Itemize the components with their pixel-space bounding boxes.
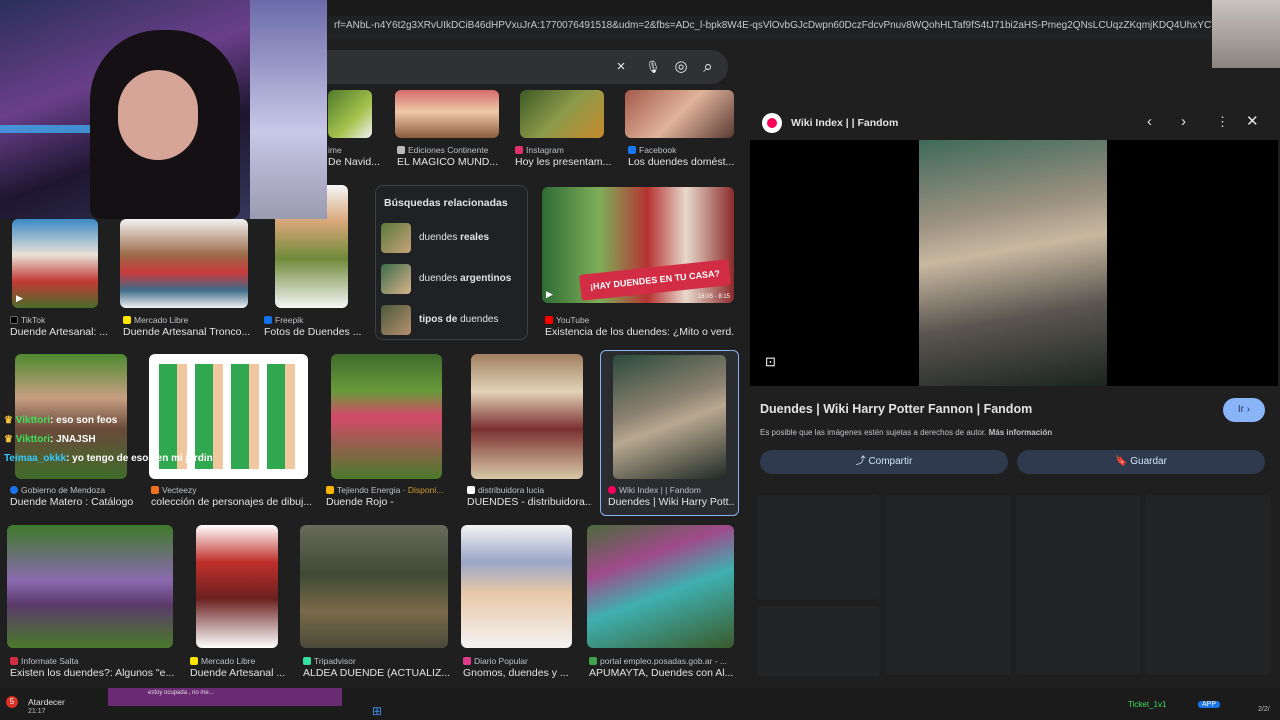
share-icon: ⤴ (855, 456, 869, 467)
windows-start-icon[interactable]: ⊞ (372, 704, 382, 718)
result-video[interactable]: ¡HAY DUENDES EN TU CASA? 16:05 · 8:15 ▶ (542, 187, 734, 303)
search-icon[interactable]: ⌕ (699, 58, 717, 76)
result-image[interactable] (120, 219, 248, 308)
result-caption[interactable]: distribuidora lucia DUENDES - distribuido… (467, 484, 592, 508)
result-image[interactable] (331, 354, 442, 479)
ticket-label: Ticket_1v1 (1128, 700, 1167, 709)
video-time: 16:05 · 8:15 (697, 294, 730, 300)
chat-message: ♛ Vikttori: JNAJSH (4, 434, 96, 445)
taskbar: estoy ocupada , no me... ⊞ Ticket_1v1 AP… (108, 688, 1258, 720)
panel-site-name[interactable]: Wiki Index | | Fandom (791, 117, 898, 129)
panel-title[interactable]: Duendes | Wiki Harry Potter Fannon | Fan… (760, 402, 1032, 416)
search-input[interactable]: × 🎙 ◎ ⌕ (300, 50, 728, 84)
lens-icon[interactable]: ◎ (672, 58, 690, 76)
microphone-icon[interactable]: 🎙 (644, 58, 662, 76)
related-item[interactable]: tipos de duendes (381, 305, 521, 335)
share-button[interactable]: ⤴ Compartir (760, 450, 1008, 474)
result-image[interactable] (461, 525, 572, 648)
result-image[interactable] (625, 90, 734, 138)
loading-placeholder (757, 495, 880, 600)
lens-icon[interactable]: ⊡ (765, 354, 776, 370)
result-image[interactable] (587, 525, 734, 648)
more-info-link[interactable]: Más información (989, 428, 1053, 437)
address-bar[interactable]: rf=ANbL-n4Y6t2g3XRvUIkDCiB46dHPVxuJrA:17… (328, 16, 1212, 38)
related-heading: Búsquedas relacionadas (384, 197, 508, 209)
result-caption[interactable]: Ediciones Continente EL MAGICO MUND... (397, 144, 515, 168)
chat-message: ♛ Vikttori: eso son feos (4, 415, 118, 426)
loading-placeholder (1146, 495, 1270, 675)
result-image[interactable] (395, 90, 499, 138)
result-caption[interactable]: Diario Popular Gnomos, duendes y ... (463, 655, 573, 679)
result-caption[interactable]: portal empleo.posadas.gob.ar - ... APUMAY… (589, 655, 735, 679)
chevron-left-icon[interactable]: ‹ (1147, 113, 1152, 130)
result-image[interactable] (196, 525, 278, 648)
result-caption[interactable]: Freepik Fotos de Duendes ... (264, 314, 374, 338)
loading-placeholder (1016, 495, 1140, 675)
chat-message: Teimaa_okkk: yo tengo de esos en mi jard… (4, 453, 213, 464)
preview-image-area[interactable]: ⊡ (750, 140, 1278, 386)
clock: 2/2/ (1258, 688, 1280, 720)
loading-placeholder (757, 606, 880, 676)
loading-placeholder (886, 495, 1011, 675)
result-image[interactable] (300, 525, 448, 648)
result-caption[interactable]: Instagram Hoy les presentam... (515, 144, 621, 168)
webcam-overlay (0, 0, 327, 219)
avatar (1212, 0, 1280, 68)
related-item[interactable]: duendes argentinos (381, 264, 521, 294)
notification-bar: estoy ocupada , no me... (108, 688, 342, 706)
clear-icon[interactable]: × (612, 58, 630, 76)
result-caption[interactable]: Mercado Libre Duende Artesanal Tronco... (123, 314, 263, 338)
result-image[interactable] (328, 90, 372, 138)
browser-tab-strip (328, 0, 1212, 16)
play-icon: ▶ (546, 289, 553, 299)
result-image[interactable] (520, 90, 604, 138)
close-icon[interactable]: ✕ (1246, 112, 1259, 130)
save-button[interactable]: 🔖 Guardar (1017, 450, 1265, 474)
chevron-right-icon[interactable]: › (1181, 113, 1186, 130)
result-caption[interactable]: Informate Salta Existen los duendes?: Alg… (10, 655, 180, 679)
related-searches: Búsquedas relacionadas duendes reales du… (375, 185, 528, 340)
result-image[interactable] (471, 354, 583, 479)
app-badge: APP (1198, 701, 1221, 708)
result-caption[interactable]: Wiki Index | | Fandom Duendes | Wiki Harr… (608, 484, 734, 508)
result-caption[interactable]: Tejiendo Energia · Disponi... Duende Rojo… (326, 484, 456, 508)
result-caption[interactable]: Gobierno de Mendoza Duende Matero : Catál… (10, 484, 145, 508)
related-item[interactable]: duendes reales (381, 223, 521, 253)
weather-widget[interactable]: 5 Atardecer 21:17 (0, 688, 108, 720)
fandom-logo (762, 113, 782, 133)
result-caption[interactable]: YouTube Existencia de los duendes: ¿Mito … (545, 314, 735, 338)
result-caption[interactable]: Tripadvisor ALDEA DUENDE (ACTUALIZ... (303, 655, 453, 679)
copyright-notice: Es posible que las imágenes estén sujeta… (760, 428, 1053, 437)
result-image[interactable] (7, 525, 173, 648)
result-caption[interactable]: TikTok Duende Artesanal: ... (10, 314, 120, 338)
go-button[interactable]: Ir › (1223, 398, 1265, 422)
play-icon: ▶ (16, 293, 23, 303)
result-caption[interactable]: Vecteezy colección de personajes de dibuj… (151, 484, 311, 508)
preview-image (919, 140, 1107, 386)
result-caption[interactable]: Facebook Los duendes domést... (628, 144, 734, 168)
result-caption[interactable]: ime De Navid... (328, 144, 388, 168)
result-image[interactable]: ▶ (12, 219, 98, 308)
result-caption[interactable]: Mercado Libre Duende Artesanal ... (190, 655, 290, 679)
more-vert-icon[interactable]: ⋮ (1216, 114, 1229, 130)
bookmark-icon: 🔖 (1115, 456, 1131, 467)
